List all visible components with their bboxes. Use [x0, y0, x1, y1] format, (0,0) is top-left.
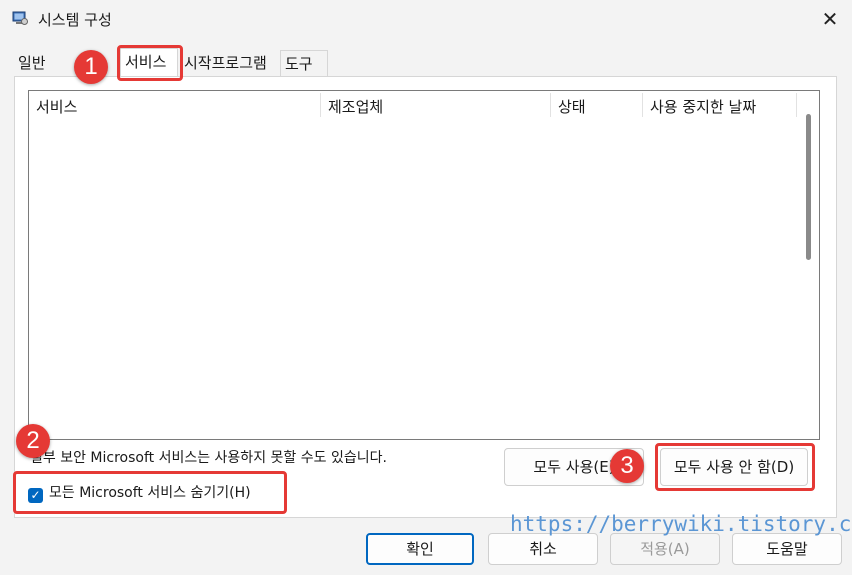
- annotation-highlight-disable-all: [655, 443, 815, 491]
- column-header-manufacturer[interactable]: 제조업체: [328, 96, 383, 118]
- annotation-badge-2: 2: [16, 424, 50, 458]
- column-header-service[interactable]: 서비스: [36, 96, 77, 118]
- column-header-date-disabled[interactable]: 사용 중지한 날짜: [650, 96, 756, 118]
- tab-startup[interactable]: 시작프로그램: [180, 50, 278, 76]
- system-config-app-icon: [12, 10, 28, 26]
- annotation-highlight-services-tab: [117, 45, 183, 81]
- column-header-status[interactable]: 상태: [558, 96, 586, 118]
- tab-tools[interactable]: 도구: [280, 50, 328, 76]
- services-list[interactable]: [28, 90, 820, 440]
- cancel-button[interactable]: 취소: [488, 533, 598, 565]
- window-title: 시스템 구성: [38, 11, 112, 29]
- watermark-url: https://berrywiki.tistory.com: [510, 512, 852, 536]
- scrollbar-thumb[interactable]: [806, 114, 811, 260]
- annotation-badge-3: 3: [610, 449, 644, 483]
- annotation-badge-1: 1: [74, 50, 108, 84]
- title-bar: 시스템 구성 ✕: [0, 0, 852, 38]
- apply-button: 적용(A): [610, 533, 720, 565]
- security-services-note: 일부 보안 Microsoft 서비스는 사용하지 못할 수도 있습니다.: [30, 450, 387, 466]
- ok-button[interactable]: 확인: [366, 533, 474, 565]
- help-button[interactable]: 도움말: [732, 533, 842, 565]
- column-separator[interactable]: [796, 93, 797, 117]
- annotation-highlight-hide-ms: [13, 471, 287, 514]
- tab-general[interactable]: 일반: [14, 50, 62, 76]
- close-icon[interactable]: ✕: [812, 4, 848, 34]
- column-separator[interactable]: [320, 93, 321, 117]
- column-separator[interactable]: [550, 93, 551, 117]
- column-separator[interactable]: [642, 93, 643, 117]
